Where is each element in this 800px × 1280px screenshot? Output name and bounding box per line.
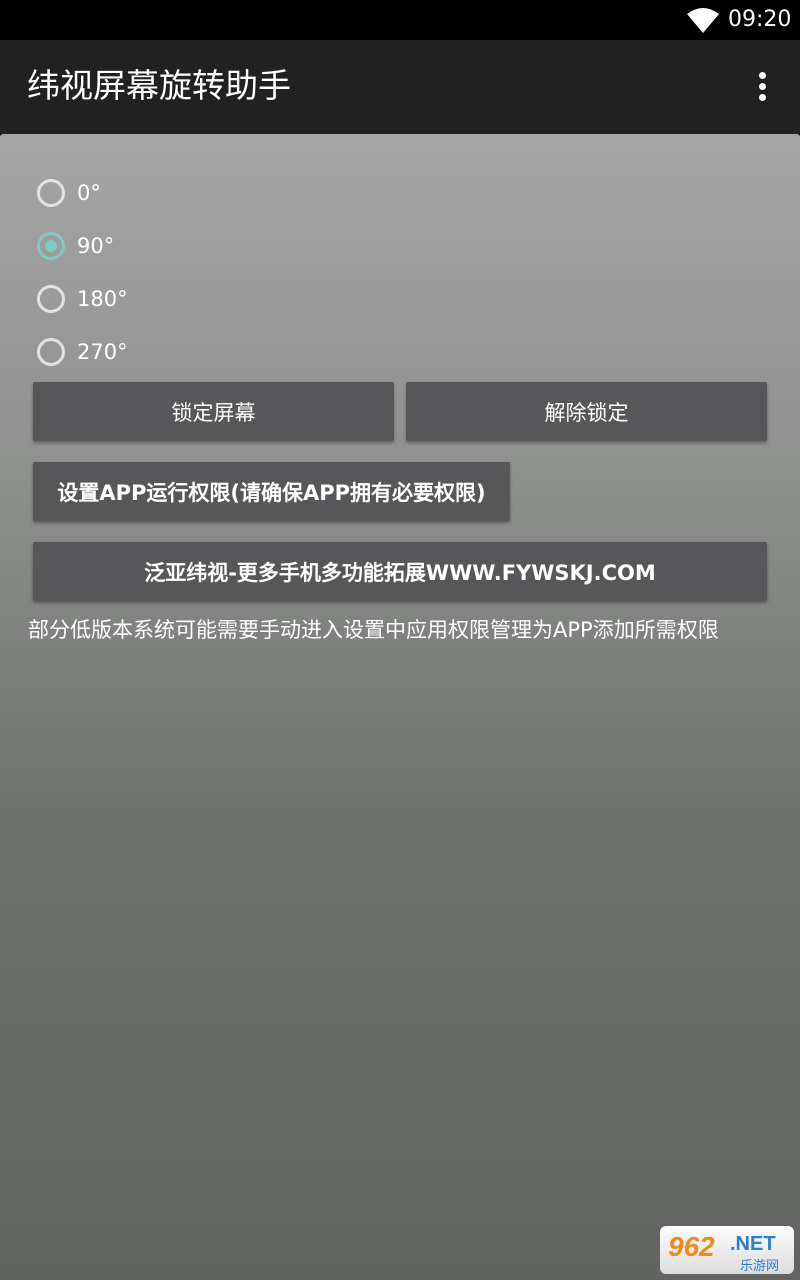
app-title: 纬视屏幕旋转助手 (27, 66, 291, 105)
radio-180-degrees[interactable]: 180° (34, 272, 334, 325)
set-permission-button[interactable]: 设置APP运行权限(请确保APP拥有必要权限) (33, 462, 510, 521)
permission-note: 部分低版本系统可能需要手动进入设置中应用权限管理为APP添加所需权限 (28, 618, 719, 642)
radio-button-icon[interactable] (37, 284, 65, 313)
radio-button-icon[interactable] (37, 178, 65, 207)
lock-screen-button[interactable]: 锁定屏幕 (33, 382, 394, 441)
radio-90-degrees[interactable]: 90° (34, 219, 334, 272)
radio-270-degrees[interactable]: 270° (34, 325, 334, 378)
menu-dot (759, 94, 766, 101)
more-vert-icon[interactable] (742, 62, 782, 112)
menu-dot (759, 83, 766, 90)
menu-dot (759, 72, 766, 79)
screen: 09:20 纬视屏幕旋转助手 0° 90° 180° 270° 锁定屏幕 解除锁… (0, 0, 800, 1280)
watermark-logo: 962 .NET 乐游网 (660, 1226, 794, 1274)
status-bar: 09:20 (0, 0, 800, 40)
svg-text:.NET: .NET (730, 1233, 776, 1255)
svg-text:乐游网: 乐游网 (740, 1258, 779, 1273)
radio-label: 180° (77, 286, 128, 311)
watermark-logo-icon: 962 .NET 乐游网 (668, 1231, 779, 1273)
unlock-button[interactable]: 解除锁定 (406, 382, 767, 441)
website-button[interactable]: 泛亚纬视-更多手机多功能拓展WWW.FYWSKJ.COM (33, 542, 767, 601)
radio-0-degrees[interactable]: 0° (34, 166, 334, 219)
radio-button-icon[interactable] (37, 337, 65, 366)
radio-button-icon[interactable] (37, 231, 65, 260)
rotation-radio-group: 0° 90° 180° 270° (34, 166, 334, 378)
radio-label: 270° (77, 339, 128, 364)
svg-text:962: 962 (668, 1231, 715, 1262)
app-bar: 纬视屏幕旋转助手 (0, 40, 800, 134)
radio-label: 90° (77, 233, 115, 258)
main-content: 0° 90° 180° 270° 锁定屏幕 解除锁定 设置APP运行权限(请确保… (0, 134, 800, 1280)
clock: 09:20 (728, 7, 792, 32)
wifi-icon (687, 8, 719, 33)
radio-label: 0° (77, 180, 101, 205)
